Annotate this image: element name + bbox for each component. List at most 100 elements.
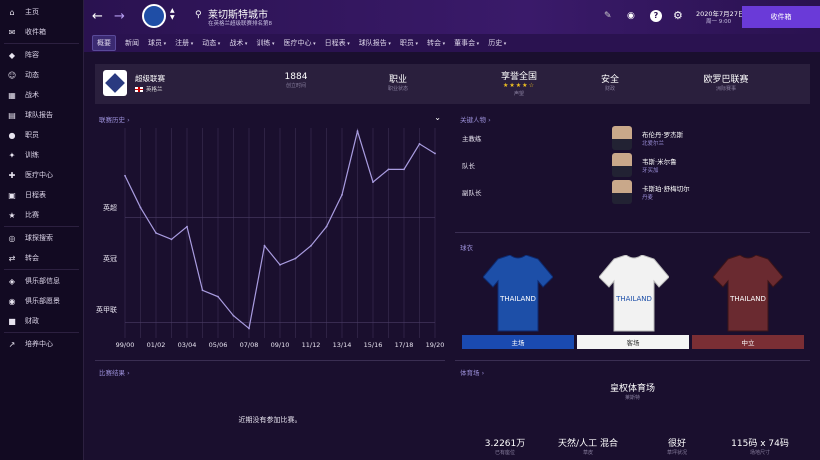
person-nationality: 北爱尔兰 [642, 141, 665, 147]
nav-tab-8[interactable]: 日程表 ▾ [325, 38, 350, 48]
forward-arrow-icon[interactable]: → [114, 9, 125, 24]
results-title[interactable]: 比赛结果 › [99, 367, 130, 377]
chart-x-tick-label: 13/14 [333, 341, 352, 349]
away-kit-shirt[interactable]: THAILAND [599, 255, 669, 333]
staff-badge-icon[interactable]: ◉ [627, 11, 635, 21]
chart-point [434, 152, 436, 155]
chart-x-tick-label: 11/12 [302, 341, 321, 349]
surface-value: 天然/人工 混合 [558, 439, 618, 449]
league-name[interactable]: 超级联赛 [135, 73, 165, 84]
sidebar-item-home[interactable]: ⌂ 主页 [0, 2, 83, 22]
nav-tab-label: 医疗中心 [283, 39, 312, 47]
key-people-title[interactable]: 关键人物 › [460, 114, 491, 124]
person-name: 布伦丹·罗杰斯 [642, 131, 684, 139]
club-crest-icon[interactable] [142, 4, 166, 28]
nav-tab-11[interactable]: 转会 ▾ [427, 38, 445, 48]
sidebar-item-report[interactable]: ▤ 球队报告 [0, 105, 83, 125]
nav-tab-4[interactable]: 动态 ▾ [202, 38, 220, 48]
person-role: 队长 [462, 162, 475, 170]
finance-col: 安全 财政 [585, 72, 635, 92]
nav-tab-2[interactable]: 球员 ▾ [148, 38, 166, 48]
sidebar-item-scout[interactable]: ◎ 球探搜索 [0, 228, 83, 248]
sidebar-item-dynamics[interactable]: ☺ 动态 [0, 65, 83, 85]
sidebar-item-transfer[interactable]: ⇄ 转会 [0, 248, 83, 268]
home-icon: ⌂ [9, 7, 15, 17]
chart-point [155, 232, 157, 234]
back-arrow-icon[interactable]: ← [92, 9, 103, 24]
euro-value: 欧罗巴联赛 [703, 75, 749, 85]
chart-point [372, 181, 374, 183]
person-avatar [612, 180, 632, 204]
nav-tab-1[interactable]: 新闻 [125, 38, 139, 48]
nav-tab-label: 职员 [399, 39, 414, 47]
nav-tab-7[interactable]: 医疗中心 ▾ [284, 38, 316, 48]
chart-x-tick-label: 15/16 [364, 341, 383, 349]
third-kit-shirt[interactable]: THAILAND [713, 255, 783, 333]
nav-tab-13[interactable]: 历史 ▾ [488, 38, 506, 48]
sidebar-item-shirt[interactable]: ◆ 阵容 [0, 45, 83, 65]
nav-tab-10[interactable]: 职员 ▾ [400, 38, 418, 48]
sidebar-item-label: 职员 [25, 131, 39, 139]
sidebar-item-finance[interactable]: ■ 财政 [0, 311, 83, 331]
key-person-row[interactable]: 副队长 卡斯珀·舒梅切尔 丹麦 [462, 180, 802, 206]
away-kit-button[interactable]: 客场 [577, 335, 689, 349]
help-icon[interactable]: ? [650, 10, 662, 22]
sidebar-item-label: 培养中心 [25, 340, 53, 348]
capacity-value: 3.2261万 [484, 439, 526, 449]
sidebar-separator [4, 269, 79, 270]
inbox-button-label: 收件箱 [770, 13, 792, 21]
chart-x-tick-label: 19/20 [426, 341, 445, 349]
club-switch-icon[interactable]: ▲ ▼ [170, 7, 175, 21]
person-name: 卡斯珀·舒梅切尔 [642, 185, 690, 193]
capacity-col: 3.2261万 已有座位 [470, 436, 540, 456]
medical-icon: ✚ [8, 170, 16, 180]
settings-gear-icon[interactable]: ⚙ [673, 9, 683, 22]
sidebar-item-tactics[interactable]: ▦ 战术 [0, 85, 83, 105]
chart-point [217, 295, 219, 298]
sidebar-item-label: 转会 [25, 254, 39, 262]
results-empty-text: 近期没有参加比赛。 [238, 416, 302, 424]
sidebar-item-shield[interactable]: ◈ 俱乐部信息 [0, 271, 83, 291]
inbox-button[interactable]: 收件箱 [742, 6, 820, 28]
shirt-icon: ◆ [8, 50, 16, 60]
edit-icon[interactable]: ✎ [604, 11, 612, 21]
home-kit-button[interactable]: 主场 [462, 335, 574, 349]
nav-tab-9[interactable]: 球队报告 ▾ [359, 38, 391, 48]
key-person-row[interactable]: 主教练 布伦丹·罗杰斯 北爱尔兰 [462, 126, 802, 152]
nav-tab-5[interactable]: 战术 ▾ [229, 38, 247, 48]
chart-point [279, 263, 281, 266]
key-person-row[interactable]: 队长 韦斯·米尔鲁 牙买加 [462, 153, 802, 179]
chart-y-label: 英冠 [103, 254, 117, 263]
sidebar-item-label: 球队报告 [25, 111, 53, 119]
sidebar-item-vision[interactable]: ◉ 俱乐部愿景 [0, 291, 83, 311]
sidebar-item-medical[interactable]: ✚ 医疗中心 [0, 165, 83, 185]
dimensions-col: 115码 x 74码 场地尺寸 [720, 436, 800, 456]
nav-tab-label: 概要 [97, 39, 111, 47]
chart-point [310, 244, 312, 247]
sidebar-item-label: 球探搜索 [25, 234, 53, 242]
tactics-icon: ▦ [8, 90, 16, 100]
results-panel: 比赛结果 › 近期没有参加比赛。 [95, 360, 445, 460]
sidebar-item-staff[interactable]: ● 职员 [0, 125, 83, 145]
nav-tab-12[interactable]: 董事会 ▾ [454, 38, 479, 48]
nav-tab-3[interactable]: 注册 ▾ [175, 38, 193, 48]
stadium-name: 皇权体育场 [609, 384, 655, 394]
nav-tab-0[interactable]: 概要 [92, 35, 116, 51]
founded-value: 1884 [284, 72, 308, 82]
home-kit-shirt[interactable]: THAILAND [483, 255, 553, 333]
stadium-title[interactable]: 体育场 › [460, 367, 484, 377]
third-kit-button[interactable]: 中立 [692, 335, 804, 349]
sidebar-item-inbox[interactable]: ✉ 收件箱 [0, 22, 83, 42]
chart-point [139, 206, 142, 209]
chart-x-tick-label: 03/04 [178, 341, 197, 349]
sidebar-item-trophy[interactable]: ★ 比赛 [0, 205, 83, 225]
england-flag-icon [135, 86, 143, 92]
sidebar-item-calendar[interactable]: ▣ 日程表 [0, 185, 83, 205]
search-icon[interactable]: ⚲ [195, 10, 202, 20]
chart-point [170, 238, 173, 241]
sidebar-item-development[interactable]: ↗ 培养中心 [0, 334, 83, 354]
nav-tab-6[interactable]: 训练 ▾ [256, 38, 274, 48]
nav-tab-label: 球员 [148, 39, 162, 47]
status-label: 职业状态 [387, 86, 408, 92]
sidebar-item-training[interactable]: ✦ 训练 [0, 145, 83, 165]
